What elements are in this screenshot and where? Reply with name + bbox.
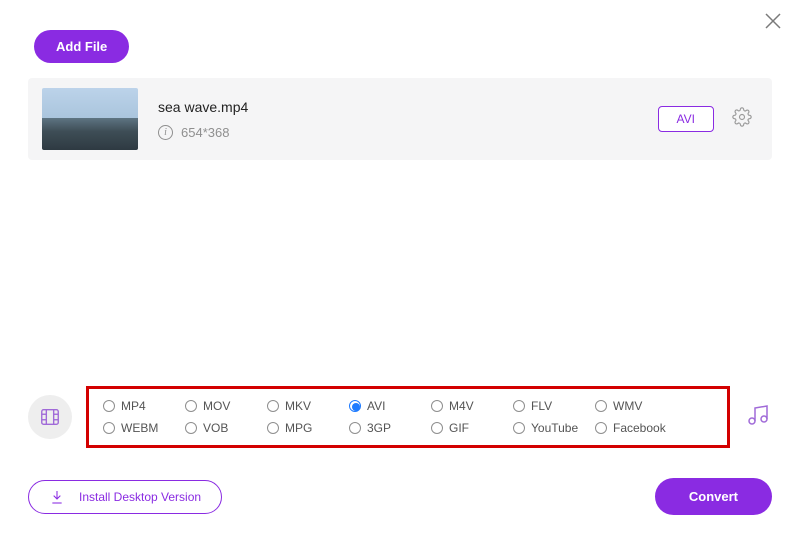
filmstrip-icon [39,406,61,428]
format-option-3gp[interactable]: 3GP [349,417,431,439]
format-option-vob[interactable]: VOB [185,417,267,439]
radio-icon [349,422,361,434]
radio-icon [431,422,443,434]
format-option-webm[interactable]: WEBM [103,417,185,439]
radio-icon [103,400,115,412]
format-label: VOB [203,421,228,435]
format-label: WMV [613,399,642,413]
radio-icon [595,422,607,434]
file-thumbnail [42,88,138,150]
format-option-facebook[interactable]: Facebook [595,417,677,439]
radio-icon [103,422,115,434]
format-option-mov[interactable]: MOV [185,395,267,417]
format-option-wmv[interactable]: WMV [595,395,677,417]
radio-icon [349,400,361,412]
radio-icon [595,400,607,412]
radio-icon [185,400,197,412]
video-category-button[interactable] [28,395,72,439]
format-label: YouTube [531,421,578,435]
format-label: MKV [285,399,311,413]
format-bar: MP4 MOV MKV AVI M4V FLV WMV WEBM VOB MPG 3GP GIF Yo… [28,386,772,448]
install-desktop-button[interactable]: Install Desktop Version [28,480,222,514]
format-label: MPG [285,421,312,435]
radio-icon [431,400,443,412]
download-icon [49,489,65,505]
music-icon [746,403,770,427]
format-label: FLV [531,399,552,413]
bottom-row: Install Desktop Version Convert [28,478,772,515]
format-option-avi[interactable]: AVI [349,395,431,417]
radio-icon [513,400,525,412]
radio-icon [267,400,279,412]
format-label: WEBM [121,421,158,435]
format-option-youtube[interactable]: YouTube [513,417,595,439]
file-name: sea wave.mp4 [158,99,248,115]
format-grid: MP4 MOV MKV AVI M4V FLV WMV WEBM VOB MPG 3GP GIF Yo… [86,386,730,448]
add-file-button[interactable]: Add File [34,30,129,63]
format-option-mpg[interactable]: MPG [267,417,349,439]
format-option-flv[interactable]: FLV [513,395,595,417]
format-label: GIF [449,421,469,435]
format-option-m4v[interactable]: M4V [431,395,513,417]
info-icon[interactable]: i [158,125,173,140]
install-desktop-label: Install Desktop Version [79,490,201,504]
format-label: MP4 [121,399,146,413]
gear-icon[interactable] [732,107,752,132]
format-label: Facebook [613,421,666,435]
radio-icon [267,422,279,434]
output-format-pill[interactable]: AVI [658,106,714,132]
format-label: MOV [203,399,230,413]
file-meta: sea wave.mp4 i 654*368 [158,99,248,140]
audio-category-button[interactable] [744,403,772,432]
format-option-gif[interactable]: GIF [431,417,513,439]
close-icon[interactable] [764,12,782,35]
file-dimensions: 654*368 [181,125,229,140]
file-card: sea wave.mp4 i 654*368 AVI [28,78,772,160]
format-label: M4V [449,399,474,413]
format-label: AVI [367,399,385,413]
radio-icon [513,422,525,434]
radio-icon [185,422,197,434]
convert-button[interactable]: Convert [655,478,772,515]
format-option-mkv[interactable]: MKV [267,395,349,417]
format-label: 3GP [367,421,391,435]
format-option-mp4[interactable]: MP4 [103,395,185,417]
